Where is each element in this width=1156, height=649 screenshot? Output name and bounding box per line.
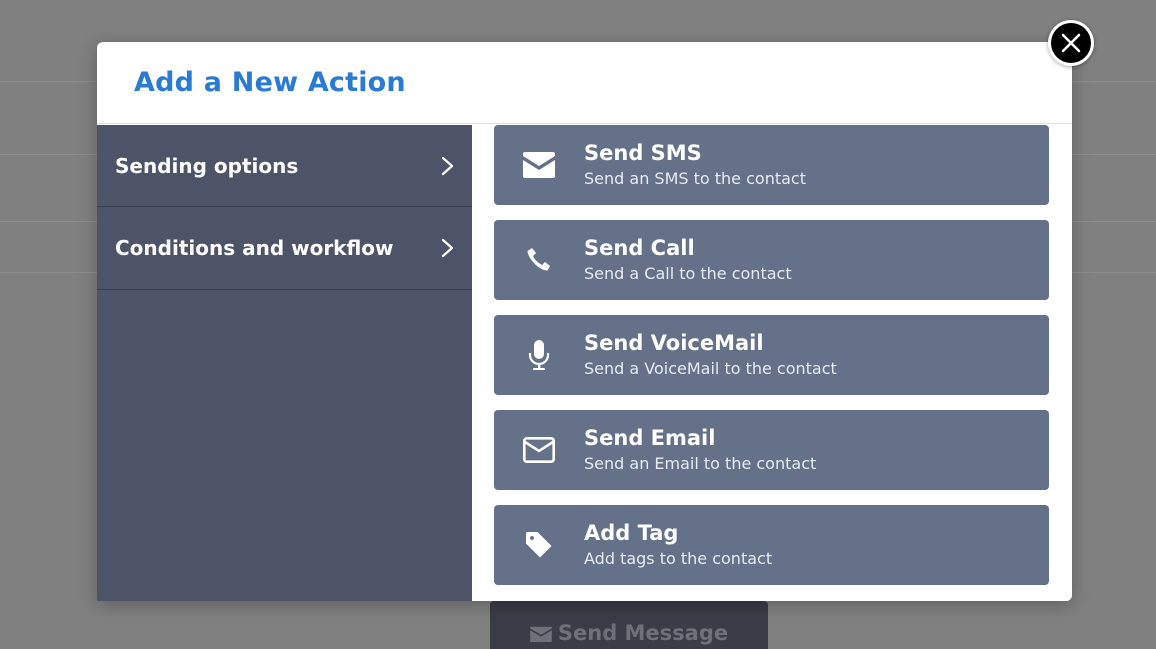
add-action-modal: Add a New Action Sending options Conditi…	[97, 42, 1072, 601]
action-send-email[interactable]: Send Email Send an Email to the contact	[494, 410, 1049, 490]
background-send-message-button: Send Message	[490, 601, 768, 649]
close-icon	[1051, 23, 1091, 63]
category-label: Conditions and workflow	[115, 236, 394, 260]
action-send-call[interactable]: Send Call Send a Call to the contact	[494, 220, 1049, 300]
action-description: Send a VoiceMail to the contact	[584, 358, 837, 378]
category-sending-options[interactable]: Sending options	[97, 125, 472, 207]
microphone-icon	[494, 340, 584, 370]
action-description: Add tags to the contact	[584, 548, 773, 568]
modal-body: Sending options Conditions and workflow …	[97, 125, 1072, 601]
modal-header: Add a New Action	[97, 42, 1072, 124]
action-title: Send VoiceMail	[584, 330, 764, 355]
chevron-right-icon	[441, 238, 454, 258]
envelope-outline-icon	[494, 437, 584, 463]
action-description: Send a Call to the contact	[584, 263, 792, 283]
envelope-icon	[530, 626, 552, 642]
action-add-tag[interactable]: Add Tag Add tags to the contact	[494, 505, 1049, 585]
action-send-voicemail[interactable]: Send VoiceMail Send a VoiceMail to the c…	[494, 315, 1049, 395]
background-send-message-label: Send Message	[557, 621, 729, 645]
close-button[interactable]	[1048, 20, 1094, 66]
chevron-right-icon	[441, 156, 454, 175]
action-description: Send an SMS to the contact	[584, 168, 806, 188]
action-title: Send SMS	[584, 140, 702, 165]
action-title: Send Email	[584, 425, 716, 450]
phone-icon	[494, 247, 584, 273]
action-description: Send an Email to the contact	[584, 453, 817, 473]
action-list: Send SMS Send an SMS to the contact Send…	[472, 125, 1072, 601]
action-send-sms[interactable]: Send SMS Send an SMS to the contact	[494, 125, 1049, 205]
category-label: Sending options	[115, 153, 299, 178]
modal-title: Add a New Action	[134, 67, 406, 98]
action-title: Add Tag	[584, 520, 679, 545]
tag-icon	[494, 531, 584, 559]
category-conditions-workflow[interactable]: Conditions and workflow	[97, 207, 472, 290]
envelope-icon	[494, 152, 584, 178]
category-sidebar: Sending options Conditions and workflow	[97, 125, 472, 601]
action-title: Send Call	[584, 235, 695, 260]
